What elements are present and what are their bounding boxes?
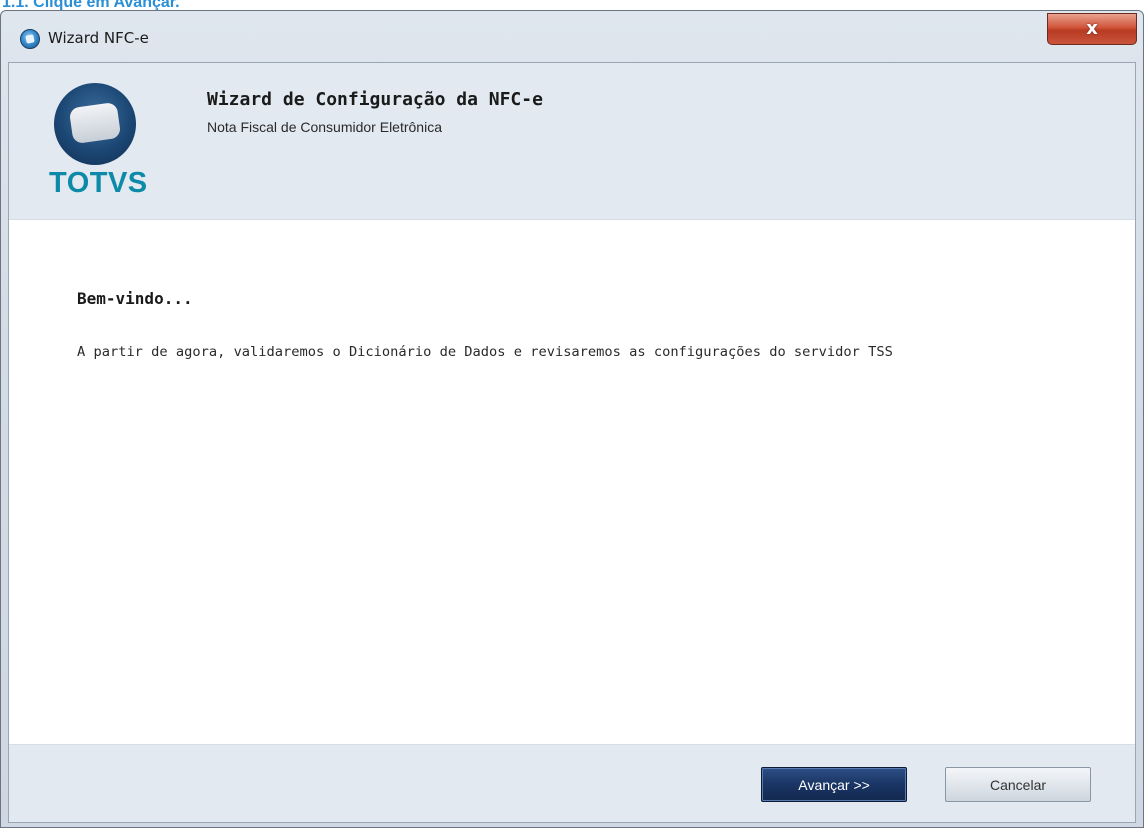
welcome-heading: Bem-vindo... <box>77 289 193 308</box>
cancel-button-label: ancelar <box>1000 776 1047 793</box>
totvs-logo-icon <box>54 83 136 165</box>
totvs-logo-text: TOTVS <box>49 167 148 199</box>
close-icon: x <box>1086 18 1098 39</box>
cancel-button-accelerator: C <box>989 776 1001 793</box>
wizard-footer: Avançar >> Cancelar <box>9 744 1135 822</box>
wizard-subtitle: Nota Fiscal de Consumidor Eletrônica <box>207 119 442 135</box>
wizard-title: Wizard de Configuração da NFC-e <box>207 89 543 110</box>
welcome-message: A partir de agora, validaremos o Dicioná… <box>77 344 893 360</box>
app-icon <box>20 29 40 49</box>
title-bar: Wizard NFC-e x <box>1 11 1143 61</box>
close-button[interactable]: x <box>1047 13 1137 45</box>
wizard-client-area: TOTVS Wizard de Configuração da NFC-e No… <box>8 62 1136 823</box>
wizard-window: Wizard NFC-e x TOTVS Wizard de Configura… <box>0 10 1144 828</box>
window-title: Wizard NFC-e <box>48 29 149 47</box>
cancel-button[interactable]: Cancelar <box>945 767 1091 802</box>
next-button-accelerator: A <box>798 776 808 793</box>
wizard-header: TOTVS Wizard de Configuração da NFC-e No… <box>9 63 1135 220</box>
next-button-label: vançar >> <box>807 776 870 793</box>
next-button[interactable]: Avançar >> <box>761 767 907 802</box>
